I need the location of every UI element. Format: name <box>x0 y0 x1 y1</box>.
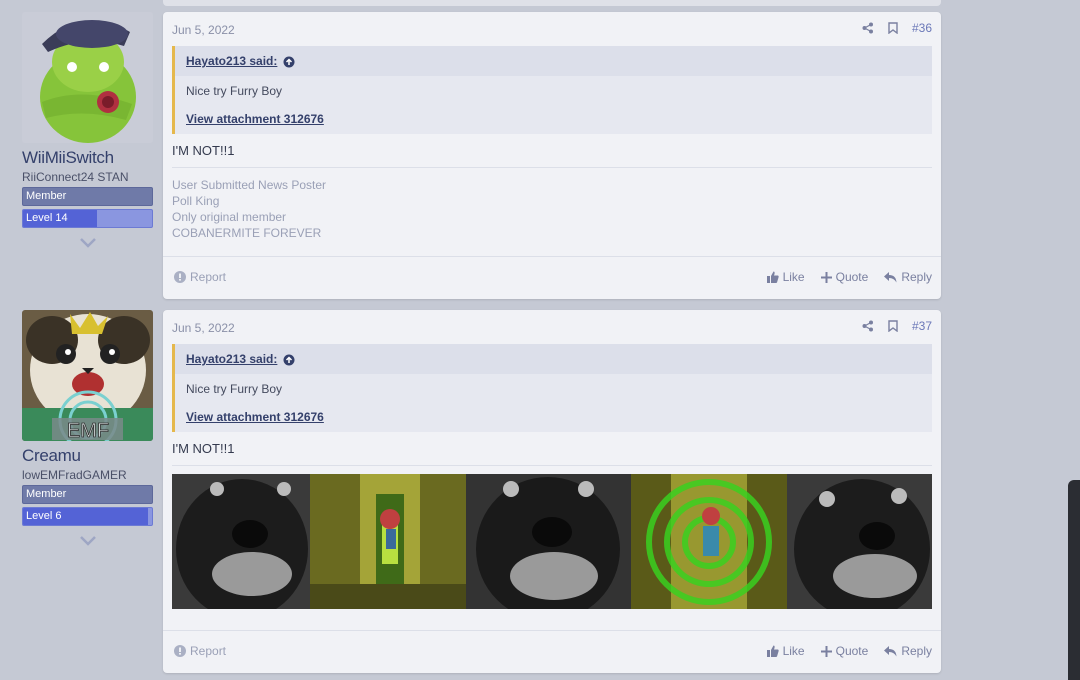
member-badge: Member <box>22 187 153 206</box>
scrollbar[interactable] <box>1068 480 1080 680</box>
quote-block: Hayato213 said: Nice try Furry Boy View … <box>172 46 932 134</box>
thumbs-up-icon <box>766 271 779 283</box>
reply-button[interactable]: Reply <box>884 644 932 658</box>
hallway-image <box>631 474 787 609</box>
chevron-down-icon[interactable] <box>79 535 97 547</box>
avatar-text: EMF <box>67 420 109 441</box>
post-37: Jun 5, 2022 #37 Hayato213 said: Nice try… <box>163 310 941 673</box>
report-label: Report <box>190 644 227 658</box>
report-button[interactable]: Report <box>174 644 226 658</box>
dog-face-image <box>787 474 932 609</box>
level-badge: Level 14 <box>22 209 153 228</box>
signature-line: Only original member <box>172 210 287 224</box>
reply-button[interactable]: Reply <box>884 270 932 284</box>
share-icon[interactable] <box>862 320 874 332</box>
quote-button[interactable]: Quote <box>820 270 869 284</box>
avatar[interactable] <box>22 12 153 143</box>
member-badge: Member <box>22 485 153 504</box>
hallway-image <box>310 474 466 609</box>
quote-label: Quote <box>835 270 869 284</box>
arrow-up-circle-icon[interactable] <box>283 354 295 366</box>
post-message: I'M NOT!!1 <box>172 143 235 158</box>
reply-icon <box>884 645 897 656</box>
like-label: Like <box>782 644 805 658</box>
quote-header: Hayato213 said: <box>175 46 932 76</box>
avatar[interactable]: EMF <box>22 310 153 441</box>
share-icon[interactable] <box>862 22 874 34</box>
quote-button[interactable]: Quote <box>820 644 869 658</box>
report-label: Report <box>190 270 227 284</box>
post-header: Jun 5, 2022 #37 <box>163 310 941 344</box>
report-button[interactable]: Report <box>174 270 226 284</box>
username[interactable]: WiiMiiSwitch <box>22 148 153 168</box>
post-number[interactable]: #36 <box>912 21 932 35</box>
user-title: lowEMFradGAMER <box>22 468 127 482</box>
quote-text: Nice try Furry Boy <box>186 382 283 396</box>
user-info-1: WiiMiiSwitch RiiConnect24 STAN Member Le… <box>22 12 153 249</box>
like-button[interactable]: Like <box>766 644 805 658</box>
previous-post-edge <box>163 0 941 6</box>
quote-header: Hayato213 said: <box>175 344 932 374</box>
post-36: Jun 5, 2022 #36 Hayato213 said: Nice try… <box>163 12 941 299</box>
reply-icon <box>884 271 897 282</box>
attachment-link[interactable]: View attachment 312676 <box>175 402 932 432</box>
username[interactable]: Creamu <box>22 446 153 466</box>
dog-face-image <box>466 474 631 609</box>
content-divider <box>172 465 932 466</box>
post-header: Jun 5, 2022 #36 <box>163 12 941 46</box>
plus-icon <box>820 271 832 283</box>
post-footer: Report Like Quote Reply <box>163 630 941 673</box>
bookmark-icon[interactable] <box>888 22 898 34</box>
post-number[interactable]: #37 <box>912 319 932 333</box>
arrow-up-circle-icon[interactable] <box>283 56 295 68</box>
post-date[interactable]: Jun 5, 2022 <box>172 23 235 37</box>
user-info-2: EMF Creamu lowEMFradGAMER Member Level 6 <box>22 310 153 547</box>
post-message: I'M NOT!!1 <box>172 441 235 456</box>
post-footer: Report Like Quote Reply <box>163 256 941 299</box>
signature-line: User Submitted News Poster <box>172 178 327 192</box>
quote-author-link[interactable]: Hayato213 said: <box>186 54 277 68</box>
dog-face-image <box>172 474 310 609</box>
quote-label: Quote <box>835 644 869 658</box>
bookmark-icon[interactable] <box>888 320 898 332</box>
signature: User Submitted News Poster Poll King Onl… <box>163 168 941 241</box>
like-label: Like <box>782 270 805 284</box>
level-label: Level 6 <box>26 510 62 522</box>
attachment-link[interactable]: View attachment 312676 <box>175 104 932 134</box>
reply-label: Reply <box>901 270 932 284</box>
signature-line: Poll King <box>172 194 220 208</box>
report-icon <box>174 271 186 283</box>
level-badge: Level 6 <box>22 507 153 526</box>
thumbs-up-icon <box>766 645 779 657</box>
quote-author-link[interactable]: Hayato213 said: <box>186 352 277 366</box>
chevron-down-icon[interactable] <box>79 237 97 249</box>
report-icon <box>174 645 186 657</box>
user-title: RiiConnect24 STAN <box>22 170 129 184</box>
level-label: Level 14 <box>26 212 68 224</box>
like-button[interactable]: Like <box>766 270 805 284</box>
quote-text: Nice try Furry Boy <box>186 84 283 98</box>
signature-line: COBANERMITE FOREVER <box>172 226 322 240</box>
embedded-image[interactable] <box>172 474 932 609</box>
post-date[interactable]: Jun 5, 2022 <box>172 321 235 335</box>
reply-label: Reply <box>901 644 932 658</box>
plus-icon <box>820 645 832 657</box>
quote-block: Hayato213 said: Nice try Furry Boy View … <box>172 344 932 432</box>
